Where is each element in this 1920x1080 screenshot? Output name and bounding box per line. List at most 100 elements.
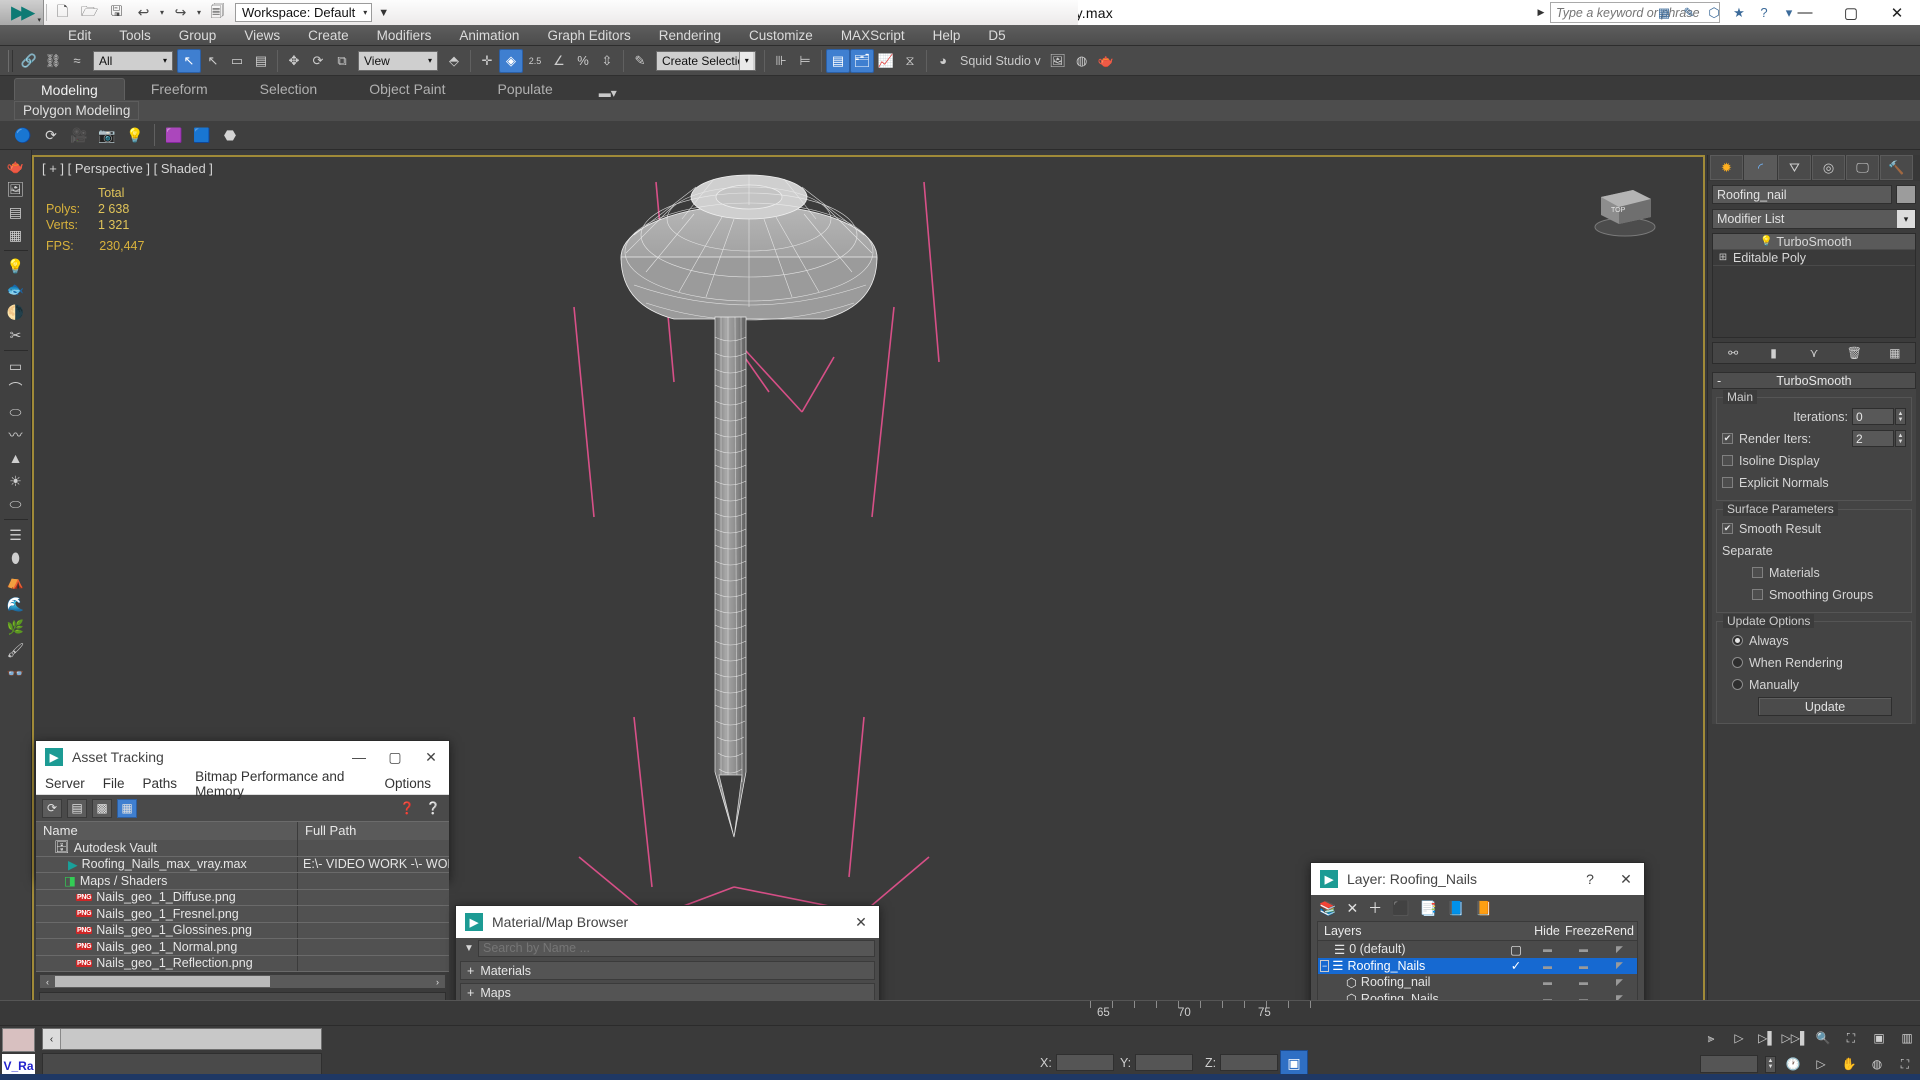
column-hide[interactable]: Hide xyxy=(1529,924,1565,938)
smooth-result-checkbox[interactable]: ✔ xyxy=(1722,523,1733,534)
angle-snap-icon[interactable]: ∠ xyxy=(547,49,571,73)
redo-icon[interactable]: ↪ xyxy=(167,0,194,25)
menu-item-views[interactable]: Views xyxy=(230,25,294,46)
motion-tab[interactable]: ◎ xyxy=(1812,155,1845,180)
render-toggle[interactable]: ◤ xyxy=(1601,960,1637,971)
show-end-result-icon[interactable]: ▮ xyxy=(1764,344,1784,362)
menu-item-file[interactable]: File xyxy=(103,776,125,791)
field-of-view-icon[interactable]: ▷ xyxy=(1810,1054,1832,1074)
table-row[interactable]: ◨ Maps / Shaders xyxy=(36,873,449,890)
iterations-spinner[interactable]: ▲ ▼ xyxy=(1895,408,1906,425)
delete-layer-icon[interactable]: ✕ xyxy=(1346,900,1358,917)
menu-item-options[interactable]: Options xyxy=(384,776,431,791)
table-row[interactable]: PNG Nails_geo_1_Glossines.png xyxy=(36,922,449,939)
modify-tab[interactable]: ◜ xyxy=(1744,155,1777,180)
y-field[interactable] xyxy=(1135,1054,1194,1071)
pan-view-icon[interactable]: ✋ xyxy=(1838,1054,1860,1074)
render-toggle[interactable]: ◤ xyxy=(1601,944,1637,955)
list-item[interactable]: − ☰ Roofing_Nails ✓ ▬ ▬ ◤ xyxy=(1318,957,1637,974)
iterations-field[interactable]: 0 xyxy=(1852,408,1894,425)
create-selection-set-combo[interactable]: Create Selection Se ▾ xyxy=(656,50,756,71)
menu-item-graph-editors[interactable]: Graph Editors xyxy=(533,25,644,46)
scissors-icon[interactable]: ✂ xyxy=(3,324,29,346)
viewport-label[interactable]: [ + ] [ Perspective ] [ Shaded ] xyxy=(42,161,213,176)
asset-tracking-dialog[interactable]: ▶ Asset Tracking — ▢ ✕ Server File Paths… xyxy=(35,740,450,1009)
set-current-layer-icon[interactable]: 📚 xyxy=(1319,900,1336,917)
zoom-extents-selected-icon[interactable]: ▣ xyxy=(1868,1028,1890,1048)
stack-item-editable-poly[interactable]: ⊞ Editable Poly xyxy=(1713,250,1915,266)
current-frame-field[interactable] xyxy=(1700,1055,1758,1073)
next-frame-icon[interactable]: ▷▌ xyxy=(1756,1028,1778,1048)
percent-snap-icon[interactable]: % xyxy=(571,49,595,73)
z-field[interactable] xyxy=(1220,1054,1279,1071)
filter-dropdown-icon[interactable]: ▼ xyxy=(460,943,478,954)
zoom-region-icon[interactable]: 🔍 xyxy=(1812,1028,1834,1048)
utilities-tab[interactable]: 🔨 xyxy=(1880,155,1913,180)
moon-icon[interactable]: 🌗 xyxy=(3,301,29,323)
go-to-end-icon[interactable]: ▷▷▌ xyxy=(1782,1028,1809,1048)
menu-item-edit[interactable]: Edit xyxy=(54,25,105,46)
add-selection-to-layer-icon[interactable]: 📑 xyxy=(1420,900,1437,917)
object-color-swatch[interactable] xyxy=(1896,185,1916,204)
toolbar-grip[interactable] xyxy=(8,49,13,72)
expand-plus-icon[interactable]: ⊞ xyxy=(1713,252,1733,263)
select-and-rotate-icon[interactable]: ⟳ xyxy=(306,49,330,73)
column-full-path[interactable]: Full Path xyxy=(298,822,363,840)
select-highlighted-objects-icon[interactable]: 📘 xyxy=(1447,900,1464,917)
curve-editor-icon[interactable]: 📈 xyxy=(874,49,898,73)
column-freeze[interactable]: Freeze xyxy=(1565,924,1604,938)
table-row[interactable]: 🗄 Autodesk Vault xyxy=(36,840,449,857)
undo-dropdown-icon[interactable]: ▾ xyxy=(157,8,167,17)
status-prompt-line[interactable]: ‹ xyxy=(42,1028,322,1050)
tab-freeform[interactable]: Freeform xyxy=(125,78,234,100)
pin-stack-icon[interactable]: ⚯ xyxy=(1723,344,1743,362)
help-dropdown-icon[interactable]: ▾ xyxy=(1778,2,1800,23)
table-row[interactable]: PNG Nails_geo_1_Diffuse.png xyxy=(36,889,449,906)
mirror-icon[interactable]: ⊪ xyxy=(769,49,793,73)
menu-item-d5[interactable]: D5 xyxy=(974,25,1019,46)
list-item[interactable]: ☰ 0 (default) ▢ ▬ ▬ ◤ xyxy=(1318,941,1637,958)
help-button[interactable]: ? xyxy=(1572,863,1608,895)
modifier-list-dropdown[interactable]: Modifier List ▾ xyxy=(1712,209,1916,229)
favorites-icon[interactable]: ★ xyxy=(1728,2,1750,23)
maximize-button[interactable]: ▢ xyxy=(377,741,413,773)
exchange-icon[interactable]: ⬡ xyxy=(1703,2,1725,23)
spinner-snap-icon[interactable]: ⇳ xyxy=(595,49,619,73)
color-swatch[interactable] xyxy=(2,1028,35,1052)
use-pivot-point-center-icon[interactable]: ⬘ xyxy=(442,49,466,73)
smoothing-groups-checkbox[interactable] xyxy=(1752,589,1763,600)
dome-material-icon[interactable]: ⌒ xyxy=(3,378,29,400)
layer-manager-icon[interactable]: ▤ xyxy=(826,48,850,73)
snap-percent-icon[interactable]: 2.5 xyxy=(523,49,547,73)
render-production-icon[interactable]: 🫖 xyxy=(1094,49,1118,73)
timeline-track-bar[interactable]: 65 70 75 xyxy=(0,1000,1920,1025)
create-tab[interactable]: ✹ xyxy=(1710,155,1743,180)
x-field[interactable] xyxy=(1055,1054,1114,1071)
search-expand-icon[interactable]: ▶ xyxy=(1532,7,1550,18)
close-button[interactable]: ✕ xyxy=(413,741,449,773)
update-manually-row[interactable]: Manually xyxy=(1722,675,1906,694)
hide-toggle[interactable]: ▬ xyxy=(1529,977,1565,987)
tab-object-paint[interactable]: Object Paint xyxy=(343,78,471,100)
hand-paint-icon[interactable]: 🖌 xyxy=(3,639,29,661)
list-view-icon[interactable]: ▤ xyxy=(67,798,87,818)
tab-populate[interactable]: Populate xyxy=(471,78,578,100)
plane-material-icon[interactable]: ▭ xyxy=(3,355,29,377)
scroll-left-icon[interactable]: ‹ xyxy=(40,977,55,987)
close-button[interactable]: ✕ xyxy=(1608,863,1644,895)
update-when-rendering-row[interactable]: When Rendering xyxy=(1722,653,1906,672)
sliders-icon[interactable]: ☰ xyxy=(3,524,29,546)
menu-item-modifiers[interactable]: Modifiers xyxy=(363,25,446,46)
menu-item-tools[interactable]: Tools xyxy=(105,25,165,46)
select-objects-in-layer-icon[interactable]: ⬛ xyxy=(1392,900,1409,917)
ellipse-material-icon[interactable]: ⬭ xyxy=(3,493,29,515)
select-and-move-icon[interactable]: ✥ xyxy=(282,49,306,73)
scroll-thumb[interactable] xyxy=(55,976,270,987)
rig-icon[interactable]: ⛺ xyxy=(3,570,29,592)
isoline-display-checkbox[interactable] xyxy=(1722,455,1733,466)
render-iters-checkbox[interactable]: ✔ xyxy=(1722,433,1733,444)
menu-item-animation[interactable]: Animation xyxy=(445,25,533,46)
select-object-icon[interactable]: ↖ xyxy=(177,48,201,73)
remove-modifier-icon[interactable]: 🗑 xyxy=(1844,344,1864,362)
quick-access-overflow-icon[interactable]: ▼ xyxy=(378,7,389,19)
